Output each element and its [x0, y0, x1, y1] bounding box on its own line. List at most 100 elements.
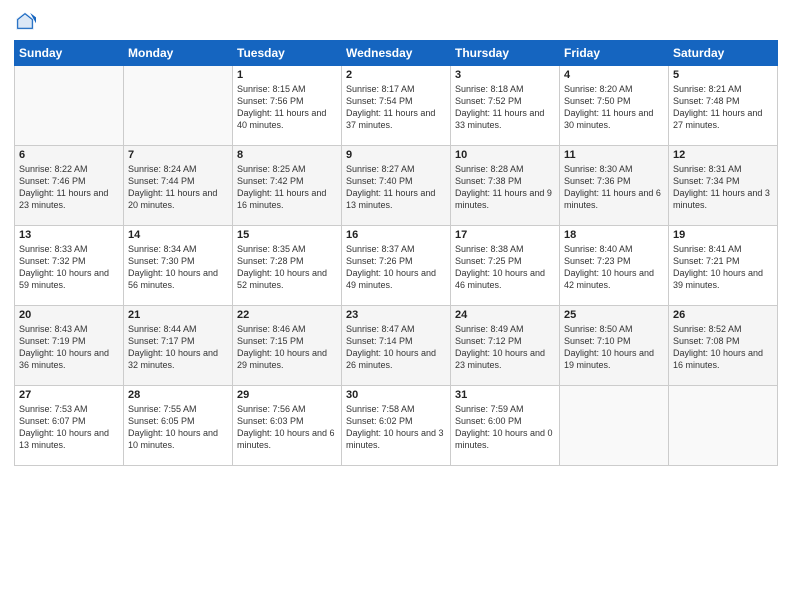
day-number: 10 [455, 149, 555, 161]
day-number: 6 [19, 149, 119, 161]
day-number: 12 [673, 149, 773, 161]
calendar-cell: 22 Sunrise: 8:46 AM Sunset: 7:15 PM Dayli… [233, 306, 342, 386]
calendar-cell: 25 Sunrise: 8:50 AM Sunset: 7:10 PM Dayli… [560, 306, 669, 386]
day-number: 16 [346, 229, 446, 241]
weekday-thursday: Thursday [451, 41, 560, 66]
cell-info: Sunrise: 8:34 AM Sunset: 7:30 PM Dayligh… [128, 243, 228, 292]
calendar-cell: 30 Sunrise: 7:58 AM Sunset: 6:02 PM Dayli… [342, 386, 451, 466]
day-number: 20 [19, 309, 119, 321]
calendar-cell: 16 Sunrise: 8:37 AM Sunset: 7:26 PM Dayli… [342, 226, 451, 306]
calendar-cell: 24 Sunrise: 8:49 AM Sunset: 7:12 PM Dayli… [451, 306, 560, 386]
weekday-header-row: SundayMondayTuesdayWednesdayThursdayFrid… [15, 41, 778, 66]
calendar-cell: 15 Sunrise: 8:35 AM Sunset: 7:28 PM Dayli… [233, 226, 342, 306]
day-number: 27 [19, 389, 119, 401]
logo [14, 10, 40, 32]
cell-info: Sunrise: 7:59 AM Sunset: 6:00 PM Dayligh… [455, 403, 555, 452]
logo-icon [14, 10, 36, 32]
week-row-1: 6 Sunrise: 8:22 AM Sunset: 7:46 PM Daylig… [15, 146, 778, 226]
calendar-cell [560, 386, 669, 466]
day-number: 11 [564, 149, 664, 161]
calendar-cell [15, 66, 124, 146]
day-number: 23 [346, 309, 446, 321]
cell-info: Sunrise: 7:58 AM Sunset: 6:02 PM Dayligh… [346, 403, 446, 452]
week-row-3: 20 Sunrise: 8:43 AM Sunset: 7:19 PM Dayli… [15, 306, 778, 386]
calendar-cell: 10 Sunrise: 8:28 AM Sunset: 7:38 PM Dayli… [451, 146, 560, 226]
cell-info: Sunrise: 8:33 AM Sunset: 7:32 PM Dayligh… [19, 243, 119, 292]
cell-info: Sunrise: 8:21 AM Sunset: 7:48 PM Dayligh… [673, 83, 773, 132]
calendar-cell: 17Sunrise: 8:38 AM Sunset: 7:25 PM Dayli… [451, 226, 560, 306]
cell-info: Sunrise: 8:24 AM Sunset: 7:44 PM Dayligh… [128, 163, 228, 212]
calendar-cell: 19Sunrise: 8:41 AM Sunset: 7:21 PM Dayli… [669, 226, 778, 306]
day-number: 15 [237, 229, 337, 241]
day-number: 18 [564, 229, 664, 241]
cell-info: Sunrise: 8:22 AM Sunset: 7:46 PM Dayligh… [19, 163, 119, 212]
cell-info: Sunrise: 8:46 AM Sunset: 7:15 PM Dayligh… [237, 323, 337, 372]
header [14, 10, 778, 32]
calendar-cell: 8Sunrise: 8:25 AM Sunset: 7:42 PM Daylig… [233, 146, 342, 226]
calendar-cell: 4 Sunrise: 8:20 AM Sunset: 7:50 PM Daylig… [560, 66, 669, 146]
cell-info: Sunrise: 8:25 AM Sunset: 7:42 PM Dayligh… [237, 163, 337, 212]
cell-info: Sunrise: 8:44 AM Sunset: 7:17 PM Dayligh… [128, 323, 228, 372]
calendar-cell: 28 Sunrise: 7:55 AM Sunset: 6:05 PM Dayli… [124, 386, 233, 466]
week-row-4: 27 Sunrise: 7:53 AM Sunset: 6:07 PM Dayli… [15, 386, 778, 466]
day-number: 21 [128, 309, 228, 321]
page: SundayMondayTuesdayWednesdayThursdayFrid… [0, 0, 792, 612]
cell-info: Sunrise: 8:52 AM Sunset: 7:08 PM Dayligh… [673, 323, 773, 372]
weekday-wednesday: Wednesday [342, 41, 451, 66]
cell-info: Sunrise: 8:50 AM Sunset: 7:10 PM Dayligh… [564, 323, 664, 372]
cell-info: Sunrise: 8:30 AM Sunset: 7:36 PM Dayligh… [564, 163, 664, 212]
calendar-cell: 26 Sunrise: 8:52 AM Sunset: 7:08 PM Dayli… [669, 306, 778, 386]
cell-info: Sunrise: 8:27 AM Sunset: 7:40 PM Dayligh… [346, 163, 446, 212]
calendar-cell: 20 Sunrise: 8:43 AM Sunset: 7:19 PM Dayli… [15, 306, 124, 386]
cell-info: Sunrise: 8:47 AM Sunset: 7:14 PM Dayligh… [346, 323, 446, 372]
calendar-table: SundayMondayTuesdayWednesdayThursdayFrid… [14, 40, 778, 466]
calendar-cell: 18 Sunrise: 8:40 AM Sunset: 7:23 PM Dayli… [560, 226, 669, 306]
cell-info: Sunrise: 8:20 AM Sunset: 7:50 PM Dayligh… [564, 83, 664, 132]
cell-info: Sunrise: 8:35 AM Sunset: 7:28 PM Dayligh… [237, 243, 337, 292]
day-number: 1 [237, 69, 337, 81]
calendar-cell: 9 Sunrise: 8:27 AM Sunset: 7:40 PM Daylig… [342, 146, 451, 226]
calendar-cell [669, 386, 778, 466]
calendar-cell: 7Sunrise: 8:24 AM Sunset: 7:44 PM Daylig… [124, 146, 233, 226]
calendar-cell: 27 Sunrise: 7:53 AM Sunset: 6:07 PM Dayli… [15, 386, 124, 466]
day-number: 4 [564, 69, 664, 81]
cell-info: Sunrise: 8:43 AM Sunset: 7:19 PM Dayligh… [19, 323, 119, 372]
day-number: 31 [455, 389, 555, 401]
day-number: 24 [455, 309, 555, 321]
day-number: 2 [346, 69, 446, 81]
cell-info: Sunrise: 8:49 AM Sunset: 7:12 PM Dayligh… [455, 323, 555, 372]
cell-info: Sunrise: 8:28 AM Sunset: 7:38 PM Dayligh… [455, 163, 555, 212]
calendar-cell: 1 Sunrise: 8:15 AM Sunset: 7:56 PM Daylig… [233, 66, 342, 146]
weekday-saturday: Saturday [669, 41, 778, 66]
weekday-sunday: Sunday [15, 41, 124, 66]
cell-info: Sunrise: 7:56 AM Sunset: 6:03 PM Dayligh… [237, 403, 337, 452]
day-number: 28 [128, 389, 228, 401]
cell-info: Sunrise: 8:40 AM Sunset: 7:23 PM Dayligh… [564, 243, 664, 292]
cell-info: Sunrise: 8:41 AM Sunset: 7:21 PM Dayligh… [673, 243, 773, 292]
cell-info: Sunrise: 8:37 AM Sunset: 7:26 PM Dayligh… [346, 243, 446, 292]
cell-info: Sunrise: 7:53 AM Sunset: 6:07 PM Dayligh… [19, 403, 119, 452]
day-number: 17 [455, 229, 555, 241]
calendar-cell [124, 66, 233, 146]
cell-info: Sunrise: 8:15 AM Sunset: 7:56 PM Dayligh… [237, 83, 337, 132]
cell-info: Sunrise: 8:31 AM Sunset: 7:34 PM Dayligh… [673, 163, 773, 212]
day-number: 22 [237, 309, 337, 321]
calendar-cell: 29 Sunrise: 7:56 AM Sunset: 6:03 PM Dayli… [233, 386, 342, 466]
weekday-friday: Friday [560, 41, 669, 66]
week-row-0: 1 Sunrise: 8:15 AM Sunset: 7:56 PM Daylig… [15, 66, 778, 146]
calendar-cell: 14Sunrise: 8:34 AM Sunset: 7:30 PM Dayli… [124, 226, 233, 306]
calendar-cell: 21 Sunrise: 8:44 AM Sunset: 7:17 PM Dayli… [124, 306, 233, 386]
weekday-tuesday: Tuesday [233, 41, 342, 66]
day-number: 9 [346, 149, 446, 161]
calendar-cell: 31 Sunrise: 7:59 AM Sunset: 6:00 PM Dayli… [451, 386, 560, 466]
cell-info: Sunrise: 8:18 AM Sunset: 7:52 PM Dayligh… [455, 83, 555, 132]
calendar-cell: 11 Sunrise: 8:30 AM Sunset: 7:36 PM Dayli… [560, 146, 669, 226]
day-number: 25 [564, 309, 664, 321]
day-number: 26 [673, 309, 773, 321]
day-number: 30 [346, 389, 446, 401]
cell-info: Sunrise: 7:55 AM Sunset: 6:05 PM Dayligh… [128, 403, 228, 452]
calendar-cell: 13Sunrise: 8:33 AM Sunset: 7:32 PM Dayli… [15, 226, 124, 306]
week-row-2: 13Sunrise: 8:33 AM Sunset: 7:32 PM Dayli… [15, 226, 778, 306]
calendar-cell: 5Sunrise: 8:21 AM Sunset: 7:48 PM Daylig… [669, 66, 778, 146]
day-number: 29 [237, 389, 337, 401]
